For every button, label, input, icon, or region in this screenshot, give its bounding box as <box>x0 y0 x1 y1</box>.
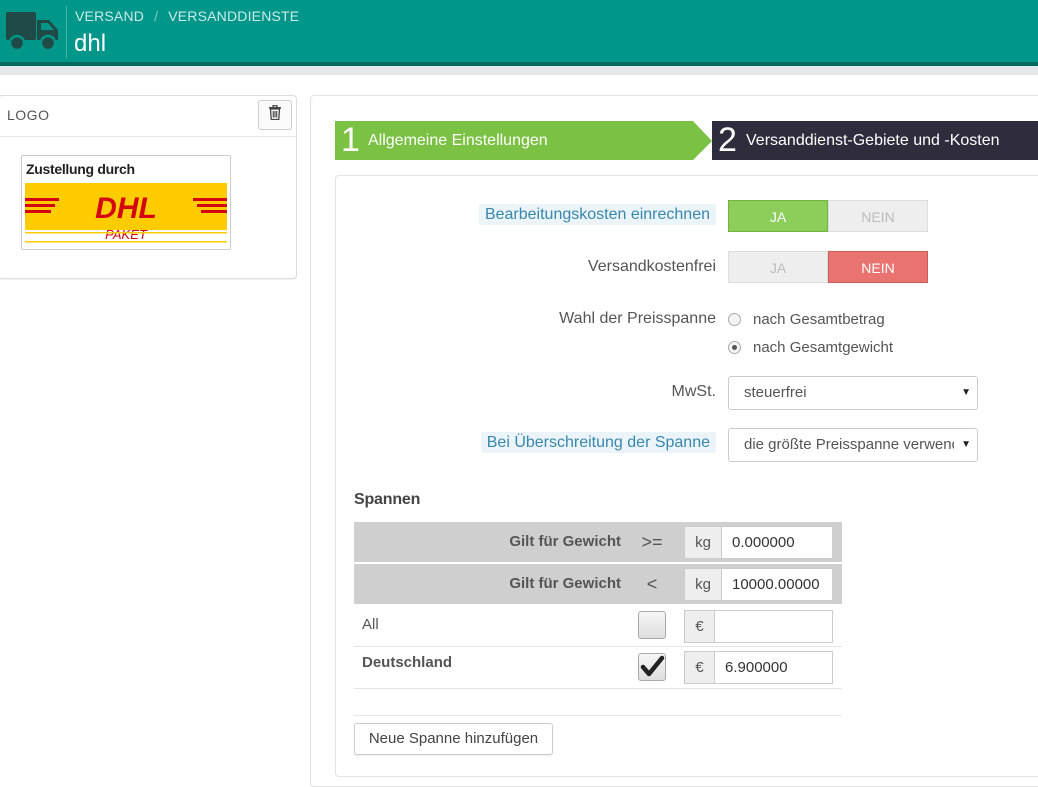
wizard-step-2[interactable]: 2 Versanddienst-Gebiete und -Kosten <box>712 121 1038 160</box>
radio-circle <box>728 313 741 326</box>
range-row-to: Gilt für Gewicht < kg 10000.00000 <box>354 564 842 604</box>
zone-row-deutschland: Deutschland € 6.900000 <box>354 647 842 689</box>
out-of-range-select[interactable]: die größte Preisspanne verwenden ▼ <box>728 428 978 462</box>
range-row-to-label: Gilt für Gewicht <box>509 575 621 592</box>
free-shipping-label: Versandkostenfrei <box>587 258 716 275</box>
range-row-from: Gilt für Gewicht >= kg 0.000000 <box>354 522 842 562</box>
wizard-step-1-arrow <box>693 121 712 160</box>
tax-select-value: steuerfrei <box>744 384 807 401</box>
truck-icon <box>4 8 60 59</box>
radio-total-weight[interactable]: nach Gesamtgewicht <box>728 339 893 356</box>
unit-addon-kg: kg <box>684 526 722 559</box>
handling-costs-yes[interactable]: JA <box>728 200 828 232</box>
breadcrumb-item-versanddienste[interactable]: VERSANDDIENSTE <box>168 8 299 24</box>
breadcrumb-separator: / <box>154 8 159 24</box>
zone-name-deutschland: Deutschland <box>362 654 453 671</box>
ranges-title: Spannen <box>354 491 421 508</box>
zone-checkbox-deutschland[interactable] <box>638 653 666 681</box>
range-operator-gte: >= <box>641 532 663 552</box>
dhl-logo-sub: PAKET <box>105 227 148 242</box>
dhl-logo-image: Zustellung durch DHL PAKET <box>21 155 231 250</box>
price-range-label: Wahl der Preisspanne <box>559 310 716 327</box>
zone-name-all: All <box>362 616 379 633</box>
out-of-range-label: Bei Überschreitung der Spanne <box>480 432 716 453</box>
zone-price-input-all[interactable] <box>714 610 833 643</box>
tax-select[interactable]: steuerfrei ▼ <box>728 376 978 410</box>
add-range-button[interactable]: Neue Spanne hinzufügen <box>354 723 553 755</box>
range-from-input[interactable]: 0.000000 <box>721 526 833 559</box>
header-divider <box>66 6 67 58</box>
breadcrumb-item-versand[interactable]: VERSAND <box>75 8 144 24</box>
delete-logo-button[interactable] <box>258 100 292 130</box>
dhl-logo-brand: DHL <box>95 192 157 225</box>
handling-costs-toggle: JA NEIN <box>728 200 928 232</box>
out-of-range-select-value: die größte Preisspanne verwenden <box>744 436 954 453</box>
range-operator-lt: < <box>646 574 658 594</box>
caret-down-icon: ▼ <box>961 387 971 398</box>
dhl-logo-caption: Zustellung durch <box>26 161 135 177</box>
page-title: dhl <box>74 30 107 57</box>
radio-circle-checked <box>728 341 741 354</box>
handling-costs-label-text: Bearbeitungskosten einrechnen <box>478 204 716 225</box>
header-bar: VERSAND / VERSANDDIENSTE dhl <box>0 0 1038 62</box>
radio-total-amount[interactable]: nach Gesamtbetrag <box>728 311 885 328</box>
range-to-input[interactable]: 10000.00000 <box>721 568 833 601</box>
free-shipping-no[interactable]: NEIN <box>828 251 928 283</box>
zone-row-all: All € <box>354 605 842 647</box>
currency-addon: € <box>684 651 715 684</box>
dhl-logo-graphic: DHL PAKET <box>25 183 227 243</box>
radio-total-amount-label: nach Gesamtbetrag <box>753 311 885 328</box>
logo-panel-title: LOGO <box>7 107 50 123</box>
out-of-range-label-text: Bei Überschreitung der Spanne <box>480 432 716 453</box>
breadcrumb: VERSAND / VERSANDDIENSTE <box>75 8 299 24</box>
radio-total-weight-label: nach Gesamtgewicht <box>753 339 894 356</box>
tax-label: MwSt. <box>671 383 716 400</box>
logo-panel-header: LOGO <box>0 96 296 137</box>
wizard-step-2-number: 2 <box>718 121 737 159</box>
handling-costs-no[interactable]: NEIN <box>828 200 928 232</box>
range-row-from-label: Gilt für Gewicht <box>509 533 621 550</box>
zone-price-input-deutschland[interactable]: 6.900000 <box>714 651 833 684</box>
free-shipping-toggle: JA NEIN <box>728 251 928 283</box>
ranges-footer-divider <box>354 715 842 716</box>
wizard-step-1-number: 1 <box>341 121 360 159</box>
unit-addon-kg: kg <box>684 568 722 601</box>
zone-checkbox-all[interactable] <box>638 611 666 639</box>
caret-down-icon: ▼ <box>961 439 971 450</box>
wizard-step-1[interactable]: 1 Allgemeine Einstellungen <box>335 121 693 160</box>
trash-icon <box>268 104 282 125</box>
wizard-step-2-label: Versanddienst-Gebiete und -Kosten <box>746 132 1000 149</box>
wizard-step-1-label: Allgemeine Einstellungen <box>368 132 548 149</box>
toolbar-strip <box>0 66 1038 75</box>
handling-costs-label: Bearbeitungskosten einrechnen <box>478 204 716 225</box>
logo-panel: LOGO Zustellung durch DHL PAKET <box>0 95 297 279</box>
currency-addon: € <box>684 610 715 643</box>
free-shipping-yes[interactable]: JA <box>728 251 828 283</box>
